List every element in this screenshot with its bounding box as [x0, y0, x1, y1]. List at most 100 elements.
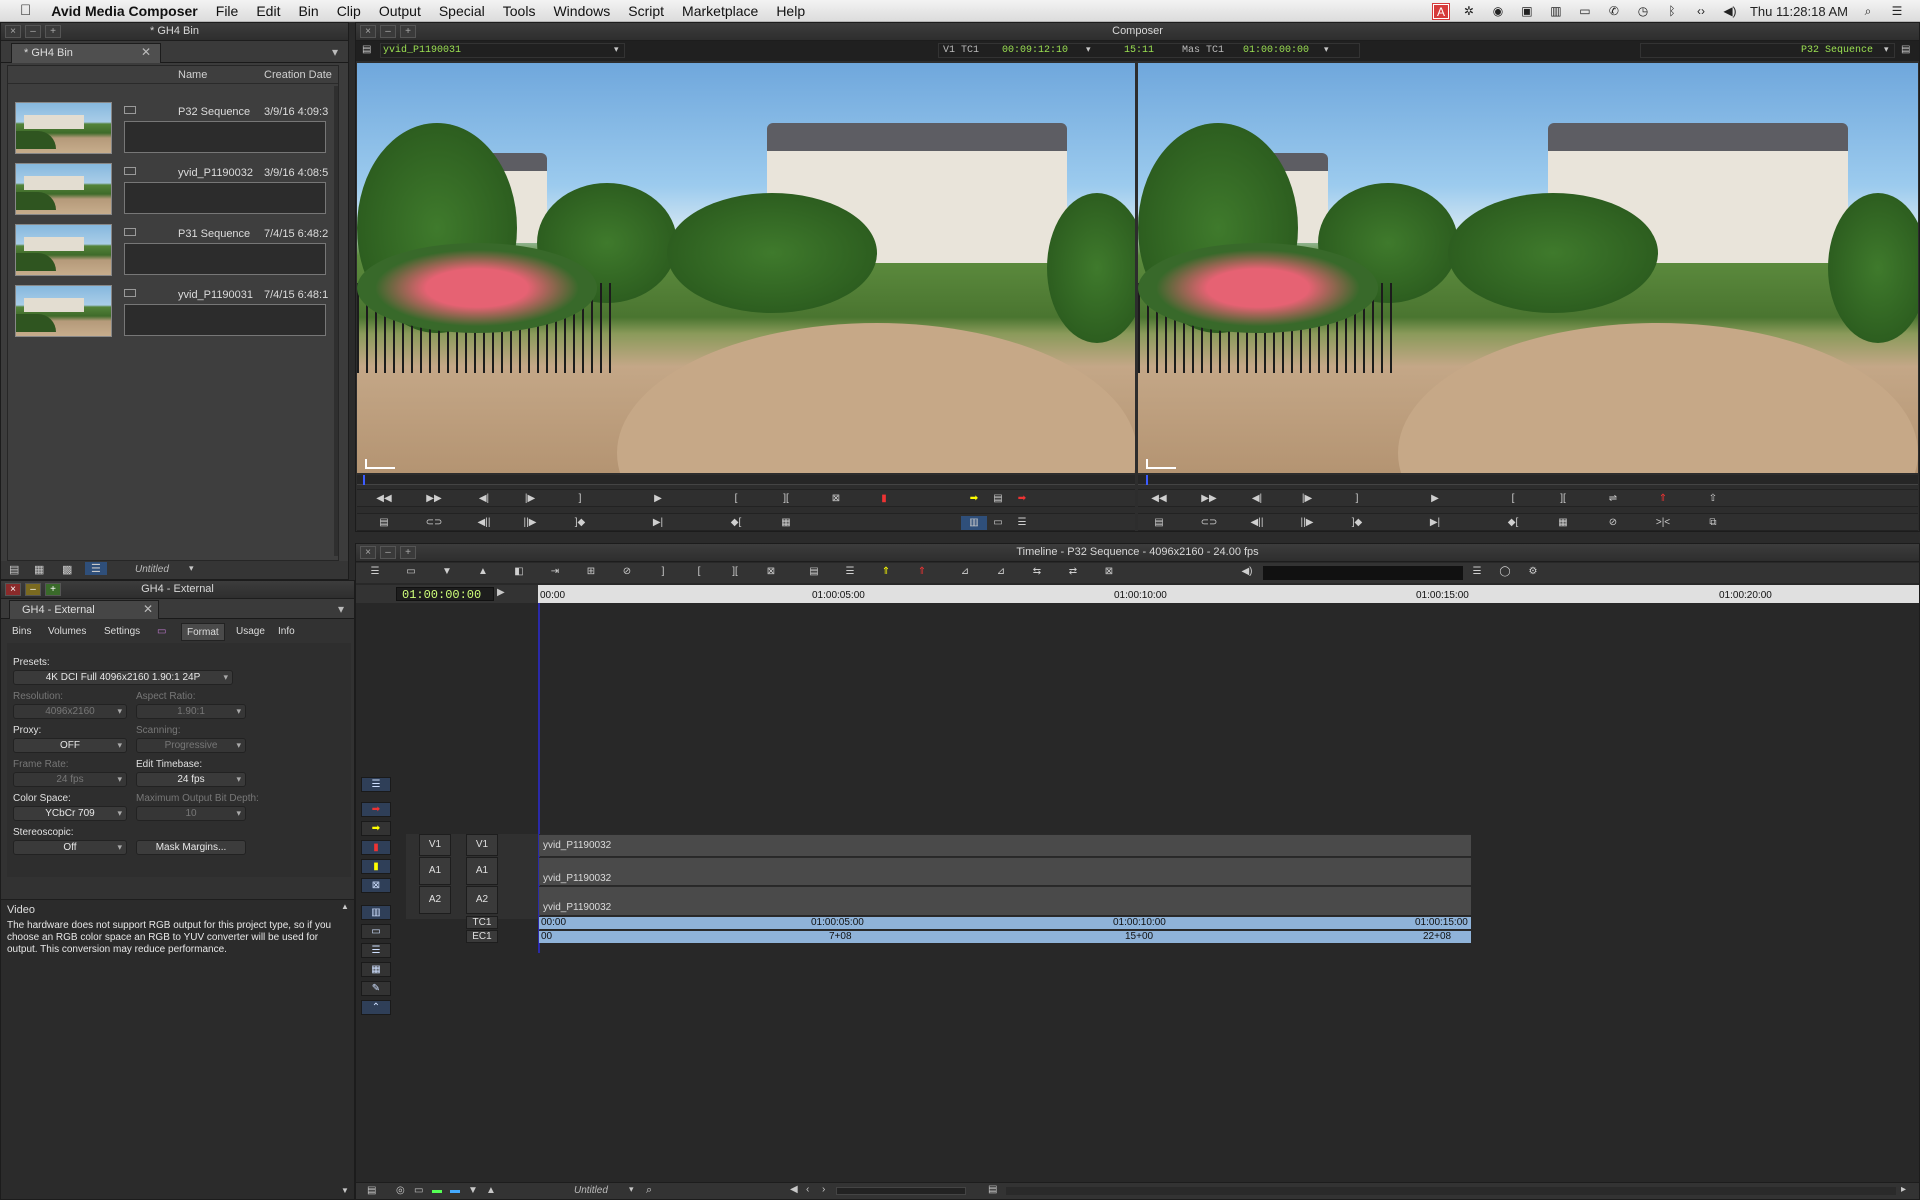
code-icon[interactable]: ‹›	[1692, 4, 1710, 19]
mas-label[interactable]: Mas TC1	[1182, 45, 1224, 56]
step-back-icon[interactable]: ◀|	[1244, 492, 1270, 506]
rewind-icon[interactable]: ◀◀	[371, 492, 397, 506]
subtab-color-icon[interactable]: ▭	[152, 623, 171, 641]
mark-clip-icon[interactable]: ][	[722, 565, 748, 579]
fast-forward-icon[interactable]: ▶▶	[1196, 492, 1222, 506]
tool-sliders-icon[interactable]: ☰	[361, 943, 391, 958]
trim-icon[interactable]: ]◆	[1344, 516, 1370, 530]
scroll-up-icon[interactable]: ▲	[341, 902, 349, 911]
v1-label[interactable]: V1 TC1	[943, 45, 979, 56]
record-circle-icon[interactable]: ◯	[1492, 565, 1518, 579]
no-entry-icon[interactable]: ⊘	[1600, 516, 1626, 530]
minimize-icon[interactable]: –	[380, 546, 396, 559]
add-icon[interactable]: +	[400, 25, 416, 38]
chevron-down-icon[interactable]: ▾	[332, 45, 338, 59]
segment-icon[interactable]: ◧	[506, 565, 532, 579]
monitor-icon[interactable]: ▭	[414, 1185, 423, 1196]
step-forward-icon[interactable]: |▶	[517, 492, 543, 506]
mark-up-icon[interactable]: ▲	[486, 1185, 496, 1196]
menu-app-name[interactable]: Avid Media Composer	[39, 3, 207, 19]
eye-icon[interactable]: ◉	[1489, 4, 1507, 19]
subtab-usage[interactable]: Usage	[231, 623, 270, 641]
track-a2[interactable]: yvid_P1190032	[539, 886, 1471, 915]
go-to-out-icon[interactable]: ||▶	[1294, 516, 1320, 530]
overwrite-icon[interactable]: ➡	[1009, 492, 1035, 506]
close-tab-icon[interactable]: ✕	[141, 45, 151, 59]
speaker-icon[interactable]: ◀)	[1234, 565, 1260, 579]
subtab-settings[interactable]: Settings	[99, 623, 145, 641]
tool-splice-icon[interactable]: ➡	[361, 802, 391, 817]
swap-icon[interactable]: >|<	[1650, 516, 1676, 530]
tool-monitor-icon[interactable]: ▥	[361, 905, 391, 920]
chevron-down-icon[interactable]: ▾	[1324, 44, 1329, 55]
source-track-a1[interactable]: A1	[419, 857, 451, 885]
clip-frame-box[interactable]	[124, 121, 326, 153]
step-back-icon[interactable]: ◀|	[471, 492, 497, 506]
scroll-down-icon[interactable]: ▼	[341, 1186, 349, 1195]
step-forward-icon[interactable]: |▶	[1294, 492, 1320, 506]
zoom-left-icon[interactable]: ‹	[806, 1184, 809, 1195]
zoom-out-icon[interactable]: ◀	[790, 1184, 798, 1195]
zoom-icon[interactable]: +	[45, 583, 61, 596]
record-position-bar[interactable]	[1138, 475, 1918, 485]
col-creation-date[interactable]: Creation Date	[264, 69, 332, 81]
clip-thumbnail[interactable]	[15, 102, 112, 154]
mark-clip-icon[interactable]: ][	[1550, 492, 1576, 506]
record-track-a2[interactable]: A2	[466, 886, 498, 914]
chevron-down-icon[interactable]: ▾	[1086, 44, 1091, 55]
mark-down-icon[interactable]: ▼	[434, 565, 460, 579]
jog-icon[interactable]: ◆[	[1500, 516, 1526, 530]
minimize-icon[interactable]: –	[380, 25, 396, 38]
menu-clip[interactable]: Clip	[328, 3, 370, 19]
bin-frame-view-icon[interactable]: ▤	[9, 563, 19, 576]
add-icon[interactable]: +	[400, 546, 416, 559]
settings-sliders-icon[interactable]: ☰	[1009, 516, 1035, 530]
go-to-out-icon[interactable]: ||▶	[517, 516, 543, 530]
toggle-source-record-icon[interactable]: ▥	[961, 516, 987, 530]
tool-segment-icon[interactable]: ☰	[361, 777, 391, 792]
source-clip-dropdown[interactable]	[380, 43, 625, 58]
timeline-menu-icon[interactable]: ☰	[362, 565, 388, 579]
lift-icon[interactable]: ▤	[985, 492, 1011, 506]
ec1-track[interactable]: EC1	[466, 930, 498, 943]
play-icon[interactable]: ▶	[497, 587, 505, 598]
subtab-bins[interactable]: Bins	[7, 623, 36, 641]
go-to-in-icon[interactable]: ◀||	[1244, 516, 1270, 530]
bin-item-name[interactable]: P32 Sequence	[178, 106, 250, 118]
record-monitor[interactable]	[1138, 63, 1918, 473]
clip-frame-box[interactable]	[124, 304, 326, 336]
blue-display-icon[interactable]: ▬	[450, 1185, 460, 1196]
rewind-icon[interactable]: ◀◀	[1146, 492, 1172, 506]
mark-out-icon[interactable]: ]	[650, 565, 676, 579]
clip-thumbnail[interactable]	[15, 163, 112, 215]
tc1-timecode-track[interactable]: 00:00 01:00:05:00 01:00:10:00 01:00:15:0…	[539, 916, 1471, 929]
mark-in-icon[interactable]: [	[1500, 492, 1526, 506]
record-track-v1[interactable]: V1	[466, 834, 498, 856]
bin-item-name[interactable]: yvid_P1190032	[178, 167, 253, 179]
extract-icon[interactable]: ⇑	[1650, 492, 1676, 506]
record-track-a1[interactable]: A1	[466, 857, 498, 885]
source-position-bar[interactable]	[357, 475, 1135, 485]
play-in-out-icon[interactable]: ▶|	[1422, 516, 1448, 530]
clip-thumbnail[interactable]	[15, 224, 112, 276]
bin-view-label[interactable]: Untitled	[135, 564, 169, 575]
sync-icon[interactable]: ⊞	[578, 565, 604, 579]
bin-item-name[interactable]: yvid_P1190031	[178, 289, 253, 301]
trim-icon[interactable]: ⊿	[952, 565, 978, 579]
source-menu-icon[interactable]: ▤	[362, 44, 371, 55]
play-in-out-icon[interactable]: ▶|	[645, 516, 671, 530]
bin-grid-view-icon[interactable]: ▩	[62, 563, 72, 576]
menu-marketplace[interactable]: Marketplace	[673, 3, 767, 19]
screens-icon[interactable]: ▭	[1576, 4, 1594, 19]
gear-icon[interactable]: ⚙	[1520, 565, 1546, 579]
mark-in-icon[interactable]: [	[723, 492, 749, 506]
match-frame-icon[interactable]: ▤	[371, 516, 397, 530]
clip-thumbnail[interactable]	[15, 285, 112, 337]
track-a1[interactable]: yvid_P1190032	[539, 857, 1471, 885]
replace-icon[interactable]: ▦	[1550, 516, 1576, 530]
chevron-down-icon[interactable]: ▾	[1884, 44, 1889, 55]
trim-mode-icon[interactable]: ⇌	[1600, 492, 1626, 506]
bin-list-view-icon[interactable]: ☰	[85, 562, 107, 575]
minimize-icon[interactable]: –	[25, 583, 41, 596]
bluetooth-icon[interactable]: ᛒ	[1663, 4, 1681, 19]
